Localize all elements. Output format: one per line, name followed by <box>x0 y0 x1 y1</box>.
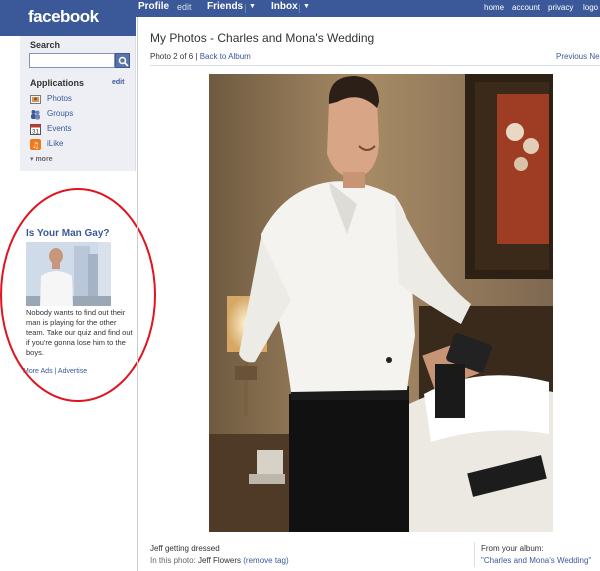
album-link[interactable]: "Charles and Mona's Wedding" <box>481 556 591 565</box>
in-photo-label: In this photo: <box>150 556 196 565</box>
photos-icon <box>30 95 41 104</box>
next-link[interactable]: Ne <box>589 52 599 61</box>
groups-icon <box>31 110 40 120</box>
search-button[interactable] <box>115 53 130 68</box>
main-divider <box>137 17 138 571</box>
nav-divider <box>299 4 300 13</box>
nav-inbox[interactable]: Inbox <box>271 1 298 12</box>
photo-pager: Previous Ne <box>556 52 600 61</box>
svg-text:♫: ♫ <box>32 141 39 150</box>
nav-profile-edit[interactable]: edit <box>177 2 192 12</box>
sidebar-item-label: Groups <box>47 109 74 118</box>
page-title: My Photos - Charles and Mona's Wedding <box>150 31 375 45</box>
nav-profile[interactable]: Profile <box>138 1 169 12</box>
link-separator: | <box>54 368 57 375</box>
ad-title[interactable]: Is Your Man Gay? <box>26 228 110 239</box>
tagged-person-link[interactable]: Jeff Flowers <box>198 556 241 565</box>
applications-edit-link[interactable]: edit <box>112 79 124 86</box>
sidebar-item-label: Events <box>47 124 72 133</box>
sidebar-item-photos[interactable]: Photos <box>30 94 130 106</box>
advertise-link[interactable]: Advertise <box>58 368 87 375</box>
sidebar-item-label: iLike <box>47 139 64 148</box>
nav-divider <box>245 4 246 13</box>
sidebar: Search Applications edit Photos Groups 3… <box>20 36 136 171</box>
photo-tags: In this photo: Jeff Flowers (remove tag) <box>150 556 289 565</box>
photo-count-text: Photo 2 of 6 <box>150 52 194 61</box>
sidebar-item-events[interactable]: 31 Events <box>30 124 130 136</box>
caption-divider <box>474 542 475 567</box>
photo-position: Photo 2 of 6 | Back to Album <box>150 52 251 61</box>
ad-links: More Ads | Advertise <box>23 368 87 375</box>
nav-logout[interactable]: logo <box>583 3 598 12</box>
nav-privacy[interactable]: privacy <box>548 3 573 12</box>
sidebar-item-ilike[interactable]: ♫ iLike <box>30 139 130 151</box>
back-to-album-link[interactable]: Back to Album <box>200 52 251 61</box>
photo-caption: Jeff getting dressed <box>150 544 220 553</box>
friends-dropdown-icon[interactable]: ▼ <box>249 3 256 10</box>
more-ads-link[interactable]: More Ads <box>23 368 53 375</box>
ad-image[interactable] <box>26 242 111 306</box>
facebook-logo[interactable]: facebook <box>28 7 99 27</box>
main-photo[interactable] <box>209 74 553 532</box>
sidebar-more-link[interactable]: ▾ more <box>30 155 53 163</box>
logo-block: facebook <box>0 0 136 36</box>
ilike-icon: ♫ <box>30 139 41 150</box>
title-rule <box>150 65 600 66</box>
svg-text:31: 31 <box>32 130 39 136</box>
previous-link[interactable]: Previous <box>556 52 587 61</box>
events-icon: 31 <box>30 124 41 135</box>
remove-tag-link[interactable]: (remove tag) <box>243 556 288 565</box>
applications-label: Applications <box>30 78 85 88</box>
search-icon <box>118 56 129 67</box>
nav-friends[interactable]: Friends <box>207 1 243 12</box>
nav-account[interactable]: account <box>512 3 540 12</box>
sidebar-item-label: Photos <box>47 94 72 103</box>
photo-image <box>209 74 553 532</box>
inbox-dropdown-icon[interactable]: ▼ <box>303 3 310 10</box>
nav-home[interactable]: home <box>484 3 504 12</box>
sidebar-item-groups[interactable]: Groups <box>30 109 130 121</box>
album-label: From your album: <box>481 544 544 553</box>
ad-body-text: Nobody wants to find out their man is pl… <box>26 308 133 357</box>
search-label: Search <box>30 40 61 50</box>
link-separator: | <box>195 52 198 61</box>
search-input[interactable] <box>29 53 115 68</box>
